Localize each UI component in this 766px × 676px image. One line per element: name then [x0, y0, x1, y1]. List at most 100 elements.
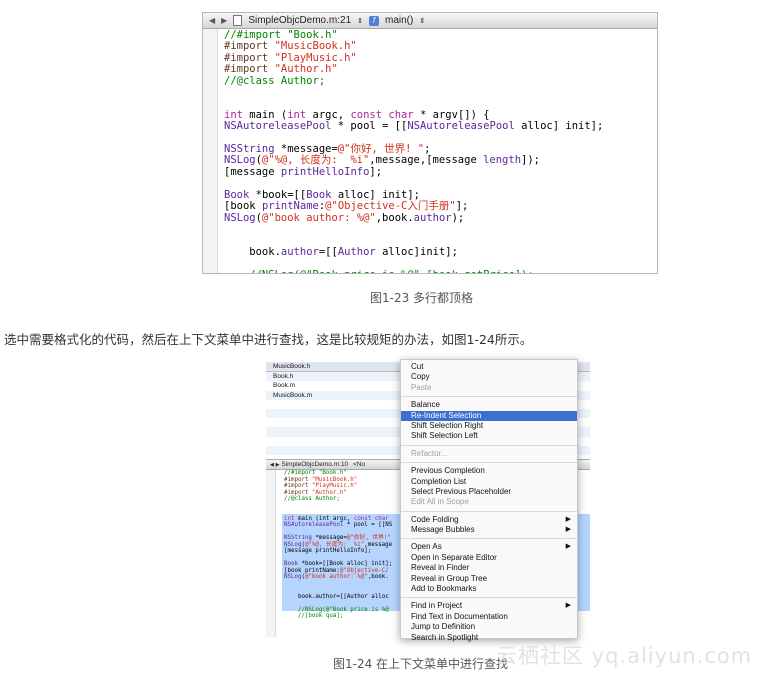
code-line: [message printHelloInfo]; [224, 165, 603, 178]
editor-gutter [266, 470, 276, 637]
code-line: //@class Author; [224, 75, 603, 87]
code-token: int [287, 108, 307, 121]
menu-item-label: Completion List [411, 476, 467, 486]
menu-item-copy[interactable]: Copy [401, 372, 577, 382]
menu-item-code-folding[interactable]: Code Folding ▶ [401, 515, 577, 525]
menu-item-label: Balance [411, 400, 440, 410]
code-token: NSLog [224, 154, 256, 167]
code-token: int [284, 515, 295, 522]
menu-item-label: Copy [411, 372, 430, 382]
back-arrow-icon[interactable]: ◀ [209, 16, 215, 25]
menu-item-shift-selection-left[interactable]: Shift Selection Left [401, 431, 577, 441]
menu-separator [401, 597, 577, 599]
forward-arrow-icon[interactable]: ▶ [276, 462, 280, 468]
code-token: const char [353, 515, 389, 522]
menu-separator [401, 510, 577, 512]
code-token: //[book qua]; [284, 613, 344, 619]
code-token: NSAutoreleasePool [224, 120, 332, 133]
code-token: #import [284, 476, 312, 483]
code-token: [message printHelloInfo]; [284, 548, 372, 554]
back-arrow-icon[interactable]: ◀ [270, 462, 274, 468]
code-line: book.author=[[Author alloc]init]; [224, 246, 603, 258]
code-token: alloc] init]; [514, 120, 604, 133]
code-block[interactable]: //#import "Book.h" #import "MusicBook.h" #… [224, 29, 603, 273]
menu-item-balance[interactable]: Balance [401, 400, 577, 410]
code-token: int [224, 108, 243, 121]
menu-item-label: Shift Selection Right [411, 420, 484, 430]
code-token: NSString [284, 535, 312, 541]
menu-item-message-bubbles[interactable]: Message Bubbles ▶ [401, 525, 577, 535]
menu-item-refactor[interactable]: Refactor... [401, 449, 577, 459]
menu-item-find-text-in-documentation[interactable]: Find Text in Documentation [401, 612, 577, 622]
code-block[interactable]: //#import "Book.h" #import "MusicBook.h" #… [284, 470, 392, 620]
jump-bar-file[interactable]: SimpleObjcDemo.m:10 [281, 461, 348, 468]
menu-item-jump-to-definition[interactable]: Jump to Definition [401, 622, 577, 632]
jump-bar-function[interactable]: <No [353, 461, 365, 468]
code-token: @"book author: %@" [261, 211, 376, 224]
submenu-arrow-icon: ▶ [565, 526, 571, 534]
menu-item-label: Find Text in Documentation [411, 611, 508, 621]
menu-item-edit-all-in-scope[interactable]: Edit All in Scope [401, 497, 577, 507]
code-line: NSAutoreleasePool * pool = [[NS [284, 522, 392, 529]
menu-item-previous-completion[interactable]: Previous Completion [401, 466, 577, 476]
code-token: ,book. [367, 574, 389, 580]
code-token: *message= [311, 535, 347, 541]
menu-item-paste[interactable]: Paste [401, 383, 577, 393]
code-token: "PlayMusic.h" [311, 483, 358, 489]
code-token: NSLog [284, 574, 302, 580]
jump-bar-file[interactable]: SimpleObjcDemo.m:21 [248, 15, 351, 26]
jump-bar: ◀ ▶ SimpleObjcDemo.m:21 ⇕ f main() ⇕ [203, 13, 657, 29]
code-line: NSAutoreleasePool * pool = [[NSAutorelea… [224, 121, 603, 132]
menu-item-re-indent-selection[interactable]: Re-Indent Selection [401, 410, 577, 421]
menu-item-open-as[interactable]: Open As ▶ [401, 542, 577, 552]
code-token: [book printName: [284, 567, 340, 574]
code-token: #import [224, 40, 275, 53]
menu-item-add-to-bookmarks[interactable]: Add to Bookmarks [401, 584, 577, 594]
code-token: //NSLog(@"Book price is %@",[book getPri… [224, 269, 533, 273]
body-paragraph: 选中需要格式化的代码，然后在上下文菜单中进行查找，这是比较规矩的办法，如图1-2… [4, 332, 533, 347]
code-token: //@class Author; [284, 496, 340, 502]
code-token: * argv[]) { [413, 108, 490, 121]
code-token: [message [224, 165, 281, 178]
menu-separator [401, 538, 577, 540]
menu-item-reveal-in-group-tree[interactable]: Reveal in Group Tree [401, 574, 577, 584]
forward-arrow-icon[interactable]: ▶ [221, 16, 227, 25]
menu-separator [401, 444, 577, 446]
code-token: * pool = [[ [331, 120, 408, 133]
menu-separator [401, 462, 577, 464]
jump-bar-function[interactable]: main() [385, 15, 413, 26]
menu-item-cut[interactable]: Cut [401, 362, 577, 372]
submenu-arrow-icon: ▶ [565, 515, 571, 523]
menu-item-label: Reveal in Finder [411, 563, 470, 573]
menu-item-completion-list[interactable]: Completion List [401, 477, 577, 487]
code-token: const char [350, 108, 414, 121]
code-token: @"book author: %@" [304, 574, 368, 580]
menu-item-shift-selection-right[interactable]: Shift Selection Right [401, 421, 577, 431]
code-token: #import [224, 63, 275, 76]
menu-item-label: Shift Selection Left [411, 431, 478, 441]
menu-item-select-previous-placeholder[interactable]: Select Previous Placeholder [401, 487, 577, 497]
function-icon: f [369, 15, 379, 26]
menu-item-label: Jump to Definition [411, 622, 476, 632]
code-token: *book=[[ [249, 188, 307, 201]
menu-item-label: Code Folding [411, 514, 459, 524]
code-token: ]); [521, 154, 540, 167]
menu-item-reveal-in-finder[interactable]: Reveal in Finder [401, 563, 577, 573]
code-token: *book=[[Book alloc] init]; [297, 561, 393, 567]
code-token: Book [224, 188, 250, 201]
submenu-arrow-icon: ▶ [565, 602, 571, 610]
menu-item-label: Edit All in Scope [411, 497, 469, 507]
code-token: @"Objective-C/ [339, 567, 389, 574]
code-token: [book [224, 200, 262, 213]
code-token: printName [261, 200, 319, 213]
code-token: "PlayMusic.h" [274, 51, 357, 64]
code-token: Book [284, 561, 298, 567]
code-token: NSAutoreleasePool [284, 522, 344, 528]
code-line: //NSLog(@"Book price is %@",[book getPri… [224, 269, 603, 273]
code-token: "MusicBook.h" [311, 476, 358, 483]
menu-item-find-in-project[interactable]: Find in Project ▶ [401, 601, 577, 611]
menu-item-open-in-separate-editor[interactable]: Open in Separate Editor [401, 553, 577, 563]
code-token: NSLog [224, 211, 256, 224]
